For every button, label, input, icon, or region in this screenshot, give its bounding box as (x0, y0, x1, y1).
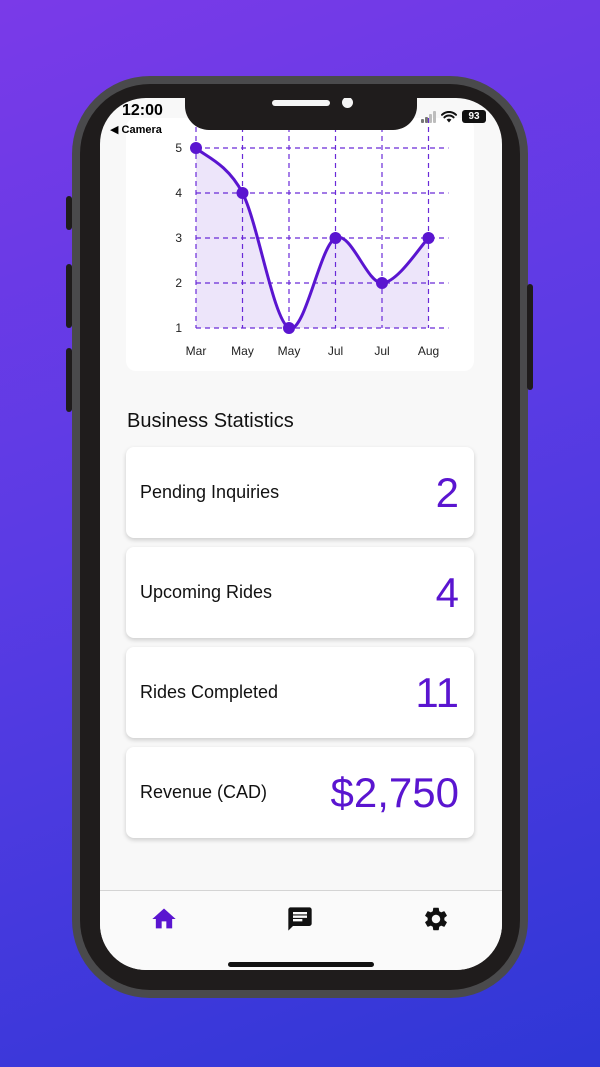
y-tick-label: 5 (175, 141, 182, 155)
x-tick-label: Mar (186, 344, 207, 358)
x-tick-label: Jul (328, 344, 343, 358)
stat-label: Upcoming Rides (140, 582, 273, 602)
home-icon (152, 908, 176, 929)
y-tick-label: 1 (175, 321, 182, 335)
data-point (283, 322, 295, 334)
stat-value: $2,750 (330, 768, 459, 816)
power-button (527, 284, 533, 390)
upcoming-rides-card[interactable]: Upcoming Rides 4 (126, 547, 474, 638)
tab-settings[interactable] (422, 905, 450, 933)
data-point (376, 277, 388, 289)
business-statistics-title: Business Statistics (127, 410, 294, 432)
data-point (329, 232, 342, 244)
volume-up-button (66, 264, 72, 328)
x-tick-label: May (278, 344, 301, 358)
stat-value: 4 (435, 568, 459, 616)
stat-label: Revenue (CAD) (140, 782, 268, 802)
speaker-grille (272, 100, 330, 106)
bottom-tab-bar (100, 890, 502, 970)
data-point (422, 232, 435, 244)
x-tick-label: Jul (374, 344, 389, 358)
battery-icon: 93 (462, 110, 486, 123)
status-indicators: 93 (421, 110, 486, 123)
wifi-icon (441, 110, 457, 122)
y-tick-label: 3 (175, 231, 182, 245)
rides-line-chart: 1 2 3 4 5 Mar May May Jul Jul Aug (175, 118, 449, 358)
app-screen: 1 2 3 4 5 Mar May May Jul Jul Aug 12:00 ◀ Camera 9… (100, 98, 502, 970)
message-icon (288, 907, 312, 931)
data-point (236, 187, 249, 199)
stat-label: Pending Inquiries (140, 482, 280, 502)
status-time: 12:00 (122, 102, 163, 119)
home-indicator (228, 962, 374, 967)
silent-switch (66, 196, 72, 230)
pending-inquiries-card[interactable]: Pending Inquiries 2 (126, 447, 474, 538)
stat-label: Rides Completed (140, 682, 279, 702)
y-tick-label: 4 (175, 186, 182, 200)
settings-icon (425, 907, 447, 931)
back-to-camera-link[interactable]: ◀ Camera (110, 123, 162, 136)
stat-value: 11 (415, 668, 459, 716)
x-tick-label: May (231, 344, 254, 358)
volume-down-button (66, 348, 72, 412)
rides-completed-card[interactable]: Rides Completed 11 (126, 647, 474, 738)
cellular-signal-icon (421, 110, 436, 123)
notch (185, 98, 417, 130)
x-tick-label: Aug (418, 344, 439, 358)
tab-messages[interactable] (286, 905, 314, 933)
front-camera (342, 98, 353, 108)
stat-value: 2 (435, 468, 459, 516)
revenue-card[interactable]: Revenue (CAD) $2,750 (126, 747, 474, 838)
tab-home[interactable] (150, 905, 178, 933)
y-tick-label: 2 (175, 276, 182, 290)
data-point (190, 142, 202, 154)
rides-chart-card: 1 2 3 4 5 Mar May May Jul Jul Aug (126, 118, 474, 371)
